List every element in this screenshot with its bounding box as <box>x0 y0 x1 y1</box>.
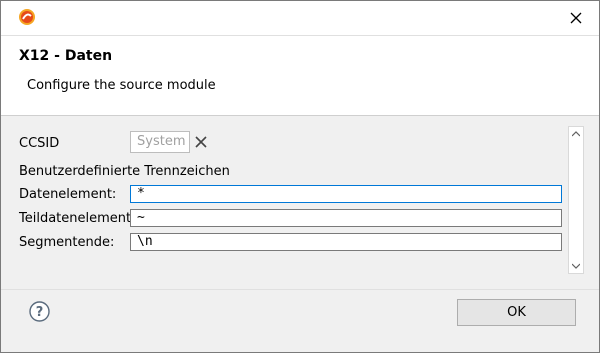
title-bar <box>1 1 599 36</box>
vertical-scrollbar[interactable] <box>568 126 584 274</box>
clear-icon[interactable] <box>194 135 208 149</box>
dialog-header: X12 - Daten Configure the source module <box>1 36 599 115</box>
teildatenelement-input[interactable]: ~ <box>130 209 562 227</box>
segmentende-input[interactable]: \n <box>130 233 562 251</box>
app-logo-icon <box>19 9 35 25</box>
teildatenelement-label: Teildatenelement: <box>19 211 136 226</box>
close-icon <box>570 12 582 24</box>
dialog-subtitle: Configure the source module <box>27 78 216 93</box>
delimiter-section-label: Benutzerdefinierte Trennzeichen <box>19 164 230 179</box>
dialog-title: X12 - Daten <box>19 48 113 64</box>
close-button[interactable] <box>553 1 599 35</box>
datenelement-input[interactable]: * <box>130 185 562 203</box>
header-divider <box>1 115 599 116</box>
segmentende-label: Segmentende: <box>19 235 115 250</box>
form-area: CCSID System Benutzerdefinierte Trennzei… <box>1 119 599 289</box>
footer-divider <box>1 289 599 290</box>
svg-text:?: ? <box>36 305 44 320</box>
scroll-up-button[interactable] <box>569 127 583 141</box>
scroll-down-button[interactable] <box>569 259 583 273</box>
scroll-down-icon <box>572 263 580 269</box>
scroll-up-icon <box>572 131 580 137</box>
help-icon[interactable]: ? <box>29 301 50 322</box>
datenelement-label: Datenelement: <box>19 187 117 202</box>
ok-button[interactable]: OK <box>457 299 576 326</box>
dialog-window: X12 - Daten Configure the source module … <box>0 0 600 353</box>
ccsid-label: CCSID <box>19 136 60 151</box>
ccsid-input[interactable]: System <box>130 131 190 153</box>
